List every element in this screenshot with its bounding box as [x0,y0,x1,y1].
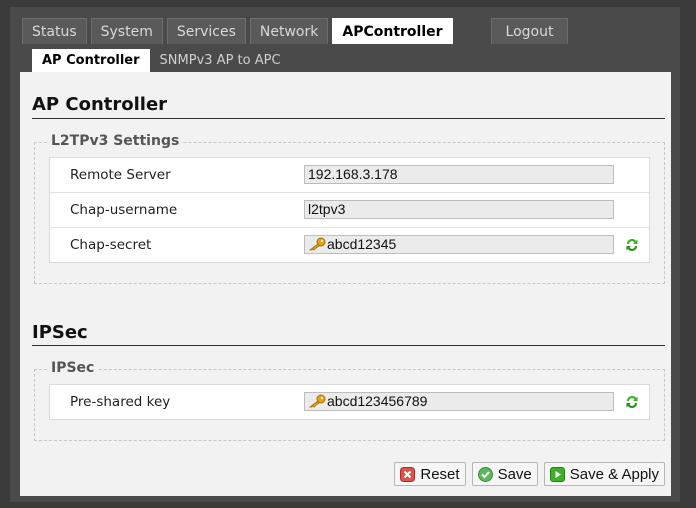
remote-server-value: 192.168.3.178 [308,166,398,182]
save-apply-label: Save & Apply [569,465,659,483]
chap-secret-value: abcd12345 [327,236,397,252]
ipsec-title: IPSec [32,322,88,343]
chap-secret-input[interactable]: abcd12345 [304,235,614,254]
tab-system[interactable]: System [90,18,163,44]
main-tabs: Status System Services Network APControl… [22,18,569,44]
save-label: Save [497,465,532,483]
ipsec-legend: IPSec [47,360,99,376]
ipsec-rows: Pre-shared key abcd123456789 [49,384,650,420]
subtab-snmpv3[interactable]: SNMPv3 AP to APC [150,49,291,72]
tab-logout[interactable]: Logout [490,18,569,44]
refresh-icon[interactable] [624,237,640,253]
chap-secret-label: Chap-secret [70,237,152,253]
ipsec-fieldset: IPSec Pre-shared key abcd123456789 [34,360,665,441]
apply-icon [549,466,565,482]
tab-apcontroller[interactable]: APController [332,18,453,44]
chap-username-value: l2tpv3 [308,201,346,217]
chap-username-row: Chap-username l2tpv3 [50,193,649,228]
psk-row: Pre-shared key abcd123456789 [50,385,649,419]
reset-label: Reset [420,465,460,483]
reset-button[interactable]: Reset [394,462,466,486]
divider [32,118,665,119]
l2tpv3-legend: L2TPv3 Settings [47,133,184,149]
key-icon [308,237,326,251]
chap-username-label: Chap-username [70,202,178,218]
remote-server-label: Remote Server [70,167,171,183]
button-bar: Reset Save Save & Apply [394,462,665,486]
refresh-icon[interactable] [624,394,640,410]
remote-server-input[interactable]: 192.168.3.178 [304,165,614,184]
l2tpv3-fieldset: L2TPv3 Settings Remote Server 192.168.3.… [34,133,665,284]
content-panel: AP Controller L2TPv3 Settings Remote Ser… [20,72,671,496]
psk-value: abcd123456789 [327,393,428,409]
save-apply-button[interactable]: Save & Apply [543,462,665,486]
chap-username-input[interactable]: l2tpv3 [304,200,614,219]
ap-controller-title: AP Controller [32,94,168,115]
key-icon [308,394,326,408]
tab-status[interactable]: Status [22,18,87,44]
l2tpv3-rows: Remote Server 192.168.3.178 Chap-usernam… [49,157,650,263]
psk-input[interactable]: abcd123456789 [304,392,614,411]
psk-label: Pre-shared key [70,394,171,410]
reset-icon [400,466,416,482]
divider [32,345,665,346]
subtabs: AP Controller SNMPv3 AP to APC [32,49,291,72]
save-icon [477,466,493,482]
remote-server-row: Remote Server 192.168.3.178 [50,158,649,193]
subtab-ap-controller[interactable]: AP Controller [32,49,150,72]
tab-services[interactable]: Services [166,18,246,44]
tab-network[interactable]: Network [249,18,329,44]
save-button[interactable]: Save [471,462,538,486]
chap-secret-row: Chap-secret abcd12345 [50,228,649,262]
